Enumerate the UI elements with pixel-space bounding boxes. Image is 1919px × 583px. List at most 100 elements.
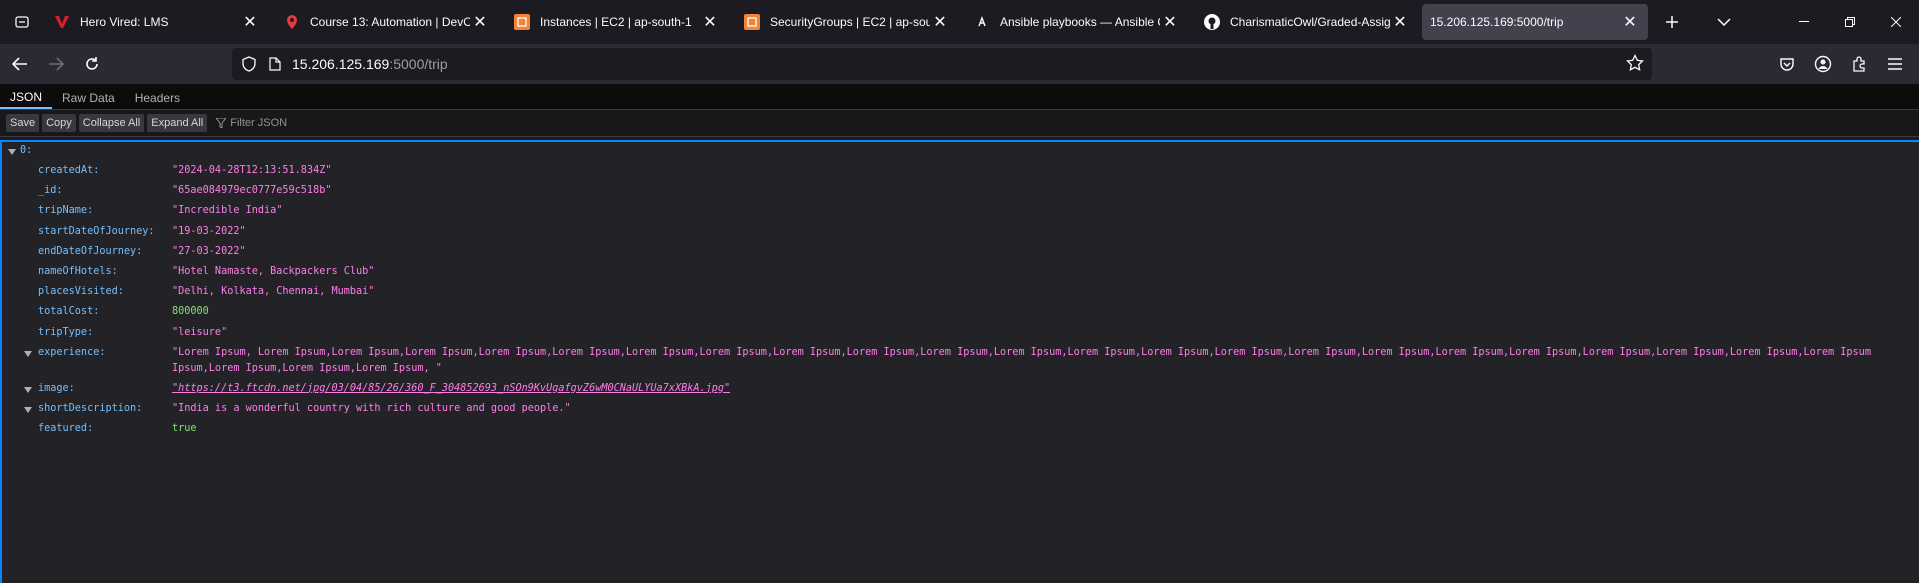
tab-ansible[interactable]: Ansible playbooks — Ansible Community ✕ — [962, 4, 1188, 40]
close-window-button[interactable] — [1873, 0, 1919, 44]
expand-all-button[interactable]: Expand All — [147, 114, 208, 132]
json-key: 0: — [20, 145, 33, 156]
json-toolbar: Save Copy Collapse All Expand All Filter… — [0, 110, 1919, 137]
json-row[interactable]: totalCost: 800000 — [2, 303, 1919, 323]
account-icon — [1814, 55, 1832, 73]
save-button[interactable]: Save — [6, 114, 40, 132]
location-pin-icon — [284, 14, 300, 30]
json-key: endDateOfJourney: — [38, 245, 143, 257]
triangle-down-icon[interactable] — [24, 385, 32, 396]
close-icon[interactable]: ✕ — [700, 12, 720, 32]
tab-hero-vired[interactable]: Hero Vired: LMS ✕ — [42, 4, 268, 40]
json-key: startDateOfJourney: — [38, 225, 155, 237]
json-viewer-tabs: JSON Raw Data Headers — [0, 85, 1919, 110]
app-menu-button[interactable] — [1877, 48, 1913, 80]
forward-button[interactable] — [40, 48, 72, 80]
json-row[interactable]: image: "https://t3.ftcdn.net/jpg/03/04/8… — [2, 380, 1919, 400]
close-icon[interactable]: ✕ — [930, 12, 950, 32]
json-row[interactable]: featured: true — [2, 420, 1919, 440]
copy-button[interactable]: Copy — [42, 114, 76, 132]
tab-headers[interactable]: Headers — [125, 87, 190, 109]
plus-icon — [1666, 16, 1678, 28]
json-value: "2024-04-28T12:13:51.834Z" — [172, 165, 332, 176]
account-button[interactable] — [1805, 48, 1841, 80]
json-row[interactable]: experience: "Lorem Ipsum, Lorem Ipsum,Lo… — [2, 344, 1919, 380]
tab-title: Course 13: Automation | DevOps — [310, 15, 470, 29]
filter-placeholder: Filter JSON — [230, 117, 288, 129]
list-all-tabs-button[interactable] — [8, 8, 36, 36]
tab-trip-json[interactable]: 15.206.125.169:5000/trip ✕ — [1422, 4, 1648, 40]
tab-title: CharismaticOwl/Graded-Assignment — [1230, 15, 1390, 29]
json-value: "leisure" — [172, 326, 228, 338]
json-row[interactable]: _id: "65ae084979ec0777e59c518b" — [2, 182, 1919, 202]
address-bar[interactable]: 15.206.125.169:5000/trip — [232, 48, 1652, 80]
tab-title: SecurityGroups | EC2 | ap-south-1 — [770, 15, 930, 29]
extensions-button[interactable] — [1841, 48, 1877, 80]
url-host: 15.206.125.169 — [292, 56, 390, 72]
json-tree: 0: createdAt: "2024-04-28T12:13:51.834Z" … — [0, 140, 1919, 583]
image-url-link[interactable]: "https://t3.ftcdn.net/jpg/03/04/85/26/36… — [172, 383, 730, 394]
collapse-all-button[interactable]: Collapse All — [78, 114, 145, 132]
pocket-icon — [1780, 58, 1794, 71]
close-icon[interactable]: ✕ — [240, 12, 260, 32]
json-value: true — [172, 422, 197, 434]
pocket-button[interactable] — [1769, 48, 1805, 80]
bookmark-star-icon[interactable] — [1626, 53, 1644, 75]
json-value: "Hotel Namaste, Backpackers Club" — [172, 265, 375, 277]
url-path: :5000/trip — [389, 56, 448, 72]
json-row[interactable]: tripType: "leisure" — [2, 324, 1919, 344]
navigation-toolbar: 15.206.125.169:5000/trip — [0, 44, 1919, 85]
hero-vired-icon — [54, 14, 70, 30]
json-value: "India is a wonderful country with rich … — [172, 402, 571, 414]
triangle-down-icon[interactable] — [8, 147, 16, 158]
json-key: featured: — [38, 422, 94, 434]
puzzle-icon — [1853, 56, 1865, 72]
close-icon[interactable]: ✕ — [470, 12, 490, 32]
json-key: tripName: — [38, 205, 94, 217]
tab-security-groups[interactable]: SecurityGroups | EC2 | ap-south-1 ✕ — [732, 4, 958, 40]
tab-overflow-button[interactable] — [1710, 8, 1738, 36]
tab-github[interactable]: CharismaticOwl/Graded-Assignment ✕ — [1192, 4, 1418, 40]
aws-ec2-icon — [514, 14, 530, 30]
json-row[interactable]: placesVisited: "Delhi, Kolkata, Chennai, … — [2, 283, 1919, 303]
new-tab-button[interactable] — [1658, 8, 1686, 36]
minimize-button[interactable] — [1781, 0, 1827, 44]
tab-title: Ansible playbooks — Ansible Community — [1000, 15, 1160, 29]
json-row[interactable]: shortDescription: "India is a wonderful … — [2, 400, 1919, 420]
close-icon[interactable]: ✕ — [1160, 12, 1180, 32]
triangle-down-icon[interactable] — [24, 349, 32, 360]
arrow-left-icon — [12, 57, 27, 71]
json-row[interactable]: startDateOfJourney: "19-03-2022" — [2, 223, 1919, 243]
json-row[interactable]: tripName: "Incredible India" — [2, 202, 1919, 222]
tab-json[interactable]: JSON — [0, 87, 53, 109]
chevron-down-icon — [1717, 18, 1731, 26]
json-key: _id: — [38, 185, 63, 197]
tab-ec2-instances[interactable]: Instances | EC2 | ap-south-1 ✕ — [502, 4, 728, 40]
json-value-continued: Ipsum,Lorem Ipsum,Lorem Ipsum,Lorem Ipsu… — [172, 362, 442, 374]
tab-raw-data[interactable]: Raw Data — [52, 87, 125, 109]
aws-ec2-icon — [744, 14, 760, 30]
tab-course[interactable]: Course 13: Automation | DevOps ✕ — [272, 4, 498, 40]
close-icon[interactable]: ✕ — [1390, 12, 1410, 32]
json-value: "Incredible India" — [172, 205, 283, 217]
json-row[interactable]: nameOfHotels: "Hotel Namaste, Backpackers… — [2, 263, 1919, 283]
json-key: placesVisited: — [38, 286, 124, 298]
close-icon[interactable]: ✕ — [1620, 12, 1640, 32]
hamburger-menu-icon — [1888, 58, 1902, 70]
json-row[interactable]: createdAt: "2024-04-28T12:13:51.834Z" — [2, 162, 1919, 182]
minimize-icon — [1799, 21, 1809, 22]
filter-json-input[interactable]: Filter JSON — [216, 117, 287, 129]
json-root-row[interactable]: 0: — [2, 142, 1919, 162]
json-key: nameOfHotels: — [38, 265, 118, 277]
json-row[interactable]: endDateOfJourney: "27-03-2022" — [2, 243, 1919, 263]
json-value: 800000 — [172, 306, 209, 318]
reload-button[interactable] — [76, 48, 108, 80]
ansible-icon — [974, 14, 990, 30]
restore-button[interactable] — [1827, 0, 1873, 44]
back-button[interactable] — [4, 48, 36, 80]
shield-icon[interactable] — [242, 56, 256, 72]
json-value: "Delhi, Kolkata, Chennai, Mumbai" — [172, 286, 375, 298]
json-key: experience: — [38, 346, 106, 358]
triangle-down-icon[interactable] — [24, 405, 32, 416]
page-icon[interactable] — [268, 57, 282, 71]
